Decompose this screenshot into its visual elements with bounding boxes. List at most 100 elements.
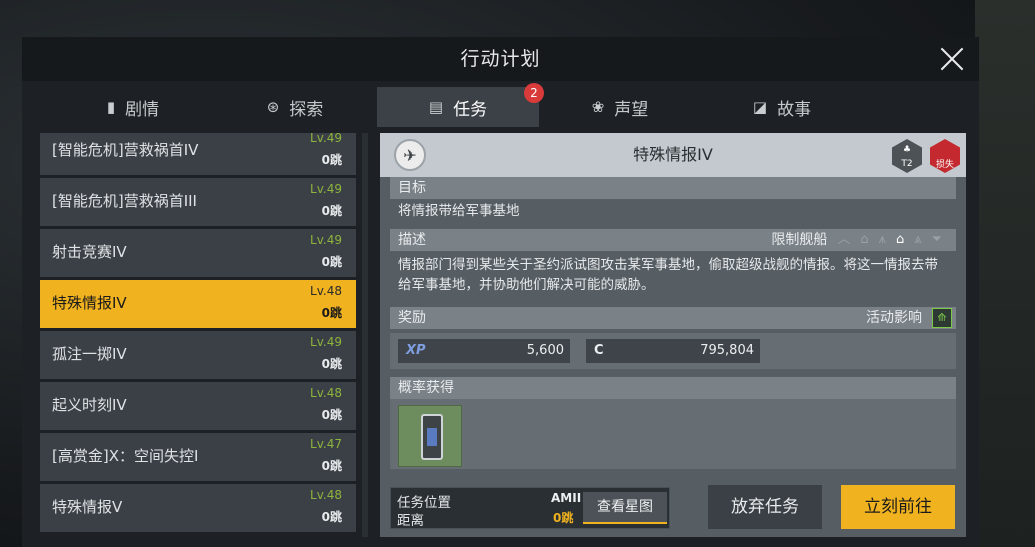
battlecruiser-class-icon: ⌂ — [895, 232, 905, 247]
destroyer-class-icon: ⌂ — [860, 232, 869, 247]
mission-distance: 0跳 — [321, 459, 342, 473]
distance-label: 距离 — [397, 513, 424, 529]
tab-tales[interactable]: ◪ 故事 — [701, 87, 863, 127]
task-list-icon: ▤ — [428, 98, 444, 116]
mission-level: Lv.49 — [310, 233, 342, 247]
list-item-selected[interactable]: 特殊情报IV Lv.48 0跳 — [40, 280, 356, 328]
mission-distance: 0跳 — [321, 306, 342, 320]
mission-distance: 0跳 — [321, 255, 342, 269]
location-value: AMII — [551, 491, 582, 505]
list-item[interactable]: 起义时刻IV Lv.48 0跳 — [40, 382, 356, 430]
loot-label: 概率获得 — [398, 380, 454, 396]
background-edge — [975, 0, 1035, 547]
view-starmap-button[interactable]: 查看星图 — [583, 492, 667, 524]
mission-title: 特殊情报IV — [633, 145, 713, 164]
description-label: 描述 — [398, 232, 426, 248]
loot-item[interactable] — [398, 405, 462, 467]
activity-effect-icon[interactable]: ⟰ — [932, 308, 952, 328]
description-text: 情报部门得到某些关于圣约派试图攻击某军事基地，偷取超级战舰的情报。将这一情报去带… — [398, 257, 938, 293]
xp-reward: XP 5,600 — [398, 339, 570, 363]
list-scrollbar[interactable] — [362, 133, 368, 537]
tab-label: 探索 — [289, 99, 324, 120]
tier-label: T2 — [901, 159, 913, 169]
credit-icon: C — [594, 343, 604, 358]
book-icon: ▮ — [106, 98, 116, 116]
abandon-mission-button[interactable]: 放弃任务 — [708, 485, 822, 529]
credit-reward: C 795,804 — [586, 339, 760, 363]
mission-level: Lv.47 — [310, 437, 342, 451]
restrict-label: 限制舰船 — [771, 232, 828, 248]
tab-explore[interactable]: ⊛ 探索 — [214, 87, 376, 127]
tab-story[interactable]: ▮ 剧情 — [52, 87, 214, 127]
mission-level: Lv.49 — [310, 133, 342, 145]
cruiser-class-icon: ⩚ — [878, 232, 886, 247]
list-item[interactable]: 孤注一掷IV Lv.49 0跳 — [40, 331, 356, 379]
auxiliary-class-icon: ⩓ — [914, 232, 922, 247]
tab-bar: ▮ 剧情 ⊛ 探索 ▤ 任务 2 ❀ 声望 ◪ 故事 — [22, 83, 979, 127]
reward-box: XP 5,600 C 795,804 — [390, 333, 956, 369]
reputation-icon: ❀ — [591, 98, 605, 116]
story-icon: ◪ — [752, 98, 768, 116]
activity-effect: 活动影响 ⟰ — [866, 307, 952, 329]
carrier-class-icon: ⏷ — [931, 232, 942, 247]
mission-name: 射击竞赛IV — [52, 243, 127, 261]
activity-label: 活动影响 — [866, 310, 922, 326]
list-item[interactable]: 射击竞赛IV Lv.49 0跳 — [40, 229, 356, 277]
objective-text: 将情报带给军事基地 — [398, 203, 520, 219]
tab-label: 故事 — [777, 99, 812, 120]
mission-level: Lv.48 — [310, 386, 342, 400]
list-item[interactable]: [智能危机]营救祸首III Lv.49 0跳 — [40, 178, 356, 226]
location-label: 任务位置 — [397, 495, 451, 511]
description-header: 描述 限制舰船 ︿ ⌂ ⩚ ⌂ ⩓ ⏷ — [390, 229, 956, 251]
reward-label: 奖励 — [398, 310, 426, 326]
loot-header: 概率获得 — [390, 377, 956, 399]
mission-list[interactable]: [智能危机]营救祸首IV Lv.49 0跳 [智能危机]营救祸首III Lv.4… — [40, 133, 356, 537]
list-item[interactable]: [智能危机]营救祸首IV Lv.49 0跳 — [40, 133, 356, 175]
mission-distance: 0跳 — [321, 408, 342, 422]
mission-distance: 0跳 — [321, 153, 342, 167]
list-item[interactable]: [高赏金]X：空间失控I Lv.47 0跳 — [40, 433, 356, 481]
reward-header: 奖励 活动影响 ⟰ — [390, 307, 956, 329]
mission-name: [智能危机]营救祸首IV — [52, 141, 199, 159]
close-icon[interactable] — [939, 46, 965, 72]
mission-distance: 0跳 — [321, 204, 342, 218]
objective-label: 目标 — [398, 180, 426, 196]
action-plan-window: 行动计划 ▮ 剧情 ⊛ 探索 ▤ 任务 2 ❀ 声望 ◪ 故事 [智能危机]营救… — [22, 37, 979, 547]
tab-label: 声望 — [614, 99, 649, 120]
mission-distance: 0跳 — [321, 357, 342, 371]
objective-header: 目标 — [390, 177, 956, 199]
risk-label: 损失 — [935, 160, 954, 170]
xp-value: 5,600 — [526, 343, 564, 358]
mission-level: Lv.49 — [310, 335, 342, 349]
mission-detail-panel: 特殊情报IV ✈ ♣ T2 损失 目标 将情报带给军事基地 描述 限制舰船 ︿ ⌂… — [380, 133, 966, 537]
mission-level: Lv.48 — [310, 284, 342, 298]
mission-name: 孤注一掷IV — [52, 345, 127, 363]
distance-value: 0跳 — [553, 511, 574, 525]
mission-name: [高赏金]X：空间失控I — [52, 447, 199, 465]
mission-name: 特殊情报V — [52, 498, 123, 516]
mission-name: 特殊情报IV — [52, 294, 127, 312]
mission-distance: 0跳 — [321, 510, 342, 524]
loot-box — [390, 399, 956, 469]
credit-value: 795,804 — [700, 343, 754, 358]
list-item[interactable]: 特殊情报V Lv.48 0跳 — [40, 484, 356, 532]
mission-location-box: 任务位置 距离 AMII 0跳 查看星图 — [390, 487, 670, 529]
tab-missions[interactable]: ▤ 任务 2 — [377, 83, 544, 127]
mission-name: 起义时刻IV — [52, 396, 127, 414]
blueprint-card-icon — [421, 414, 443, 460]
detail-header: 特殊情报IV ✈ ♣ T2 损失 — [380, 133, 966, 177]
xp-icon: XP — [406, 343, 426, 358]
frigate-class-icon: ︿ — [837, 232, 851, 247]
window-title: 行动计划 — [22, 37, 979, 81]
mission-level: Lv.49 — [310, 182, 342, 196]
mission-footer: 任务位置 距离 AMII 0跳 查看星图 放弃任务 立刻前往 — [380, 485, 966, 533]
go-now-button[interactable]: 立刻前往 — [841, 485, 955, 529]
tab-reputation[interactable]: ❀ 声望 — [539, 87, 701, 127]
mission-level: Lv.48 — [310, 488, 342, 502]
tab-label: 剧情 — [125, 99, 160, 120]
ship-restriction: 限制舰船 ︿ ⌂ ⩚ ⌂ ⩓ ⏷ — [771, 229, 942, 251]
faction-logo-icon: ✈ — [394, 139, 426, 171]
explore-icon: ⊛ — [266, 98, 280, 116]
tab-label: 任务 — [453, 99, 488, 120]
mission-name: [智能危机]营救祸首III — [52, 192, 197, 210]
